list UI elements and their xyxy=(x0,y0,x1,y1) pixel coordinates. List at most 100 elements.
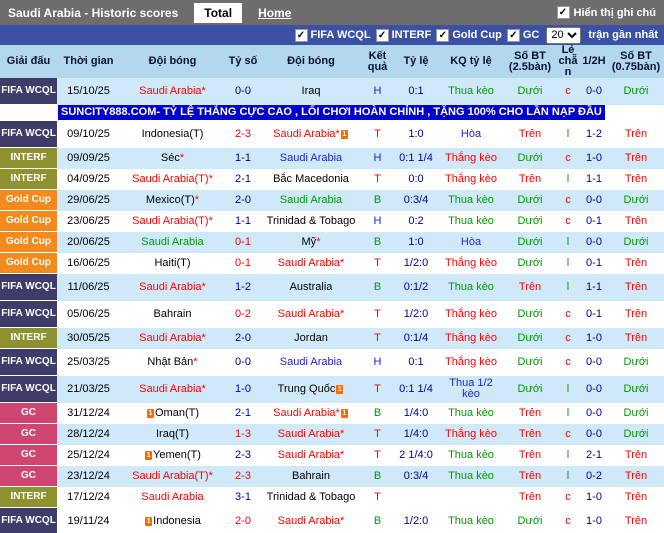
score-cell: 2-3 xyxy=(225,444,261,466)
halftime-score-cell: 1-0 xyxy=(580,147,608,169)
handicap-result-cell: Thắng kèo xyxy=(438,423,504,445)
gold-cup-checkbox-icon[interactable]: ✓ xyxy=(436,28,450,42)
odd-even-cell: c xyxy=(556,507,580,533)
match-row: Gold Cup 20/06/25 Saudi Arabia 0-1 Mỹ* B 1:0 Hò… xyxy=(0,231,664,253)
promo-banner-row: SUNCITY888.COM- TỶ LỆ THẮNG CỰC CAO , LỐ… xyxy=(0,104,664,121)
handicap-result-cell: Thua kèo xyxy=(438,507,504,533)
column-header: Thời gian xyxy=(57,45,120,78)
filter-interf[interactable]: ✓ INTERF xyxy=(375,28,432,42)
tab-total[interactable]: Total xyxy=(194,2,243,23)
away-team-cell: Bắc Macedonia xyxy=(261,168,361,190)
result-cell: T xyxy=(361,486,394,508)
score-cell: 0-1 xyxy=(225,252,261,274)
halftime-score-cell: 0-1 xyxy=(580,252,608,274)
over-under-25-cell: Dưới xyxy=(504,231,556,253)
league-badge: Gold Cup xyxy=(0,252,57,274)
away-team-name: Bahrain xyxy=(292,470,330,482)
result-cell: T xyxy=(361,252,394,274)
date-cell: 19/11/24 xyxy=(57,507,120,533)
gc-checkbox-icon[interactable]: ✓ xyxy=(506,28,520,42)
over-under-075-cell: Trên xyxy=(608,300,664,328)
show-notes-toggle[interactable]: ✓ Hiển thị ghi chú xyxy=(556,6,656,19)
date-cell: 17/12/24 xyxy=(57,486,120,508)
odd-even-cell: c xyxy=(556,486,580,508)
date-cell: 29/06/25 xyxy=(57,189,120,211)
over-under-25-cell: Dưới xyxy=(504,375,556,403)
result-cell: B xyxy=(361,231,394,253)
over-under-075-cell: Dưới xyxy=(608,189,664,211)
result-cell: H xyxy=(361,147,394,169)
halftime-score-cell: 0-0 xyxy=(580,78,608,105)
odd-even-cell: l xyxy=(556,273,580,301)
red-card-icon: 1 xyxy=(145,451,153,460)
show-notes-checkbox-icon[interactable]: ✓ xyxy=(556,6,570,19)
halftime-score-cell: 0-1 xyxy=(580,210,608,232)
handicap-result-cell: Thua kèo xyxy=(438,189,504,211)
league-badge: Gold Cup xyxy=(0,189,57,211)
score-cell: 0-1 xyxy=(225,231,261,253)
filter-gc[interactable]: ✓ GC xyxy=(506,28,539,42)
league-badge: FIFA WCQL xyxy=(0,507,57,533)
promo-banner[interactable]: SUNCITY888.COM- TỶ LỆ THẮNG CỰC CAO , LỐ… xyxy=(58,105,605,121)
home-team-name: Saudi Arabia xyxy=(139,383,202,395)
match-row: INTERF 30/05/25 Saudi Arabia* 2-0 Jordan T 0:1… xyxy=(0,327,664,349)
odd-even-cell: c xyxy=(556,348,580,376)
filter-interf-label: INTERF xyxy=(391,29,432,41)
over-under-25-cell: Trên xyxy=(504,121,556,148)
filter-fifa-wcql[interactable]: ✓ FIFA WCQL xyxy=(294,28,371,42)
result-cell: T xyxy=(361,375,394,403)
over-under-25-cell: Dưới xyxy=(504,210,556,232)
away-team-cell: Bahrain xyxy=(261,465,361,487)
over-under-25-cell: Dưới xyxy=(504,327,556,349)
date-cell: 05/06/25 xyxy=(57,300,120,328)
result-cell: T xyxy=(361,300,394,328)
handicap-odds-cell: 0:1 xyxy=(394,348,438,376)
odd-even-cell: l xyxy=(556,375,580,403)
home-team-cell: Nhật Bản* xyxy=(120,348,225,376)
league-badge: GC xyxy=(0,402,57,424)
halftime-score-cell: 0-0 xyxy=(580,189,608,211)
fifa-wcql-checkbox-icon[interactable]: ✓ xyxy=(294,28,308,42)
away-team-cell: Australia xyxy=(261,273,361,301)
odd-even-cell: l xyxy=(556,465,580,487)
result-cell: B xyxy=(361,273,394,301)
home-team-name: Saudi Arabia(T) xyxy=(132,173,209,185)
away-team-cell: Mỹ* xyxy=(261,231,361,253)
handicap-odds-cell: 0:3/4 xyxy=(394,465,438,487)
over-under-075-cell: Trên xyxy=(608,168,664,190)
result-cell: H xyxy=(361,78,394,105)
handicap-result-cell: Thắng kèo xyxy=(438,168,504,190)
score-cell: 2-1 xyxy=(225,402,261,424)
handicap-odds-cell: 0:0 xyxy=(394,168,438,190)
over-under-075-cell: Dưới xyxy=(608,423,664,445)
home-team-name: Oman(T) xyxy=(155,407,199,419)
result-cell: H xyxy=(361,210,394,232)
date-cell: 21/03/25 xyxy=(57,375,120,403)
home-team-name: Saudi Arabia xyxy=(139,85,202,98)
date-cell: 09/10/25 xyxy=(57,121,120,148)
matches-count-select[interactable]: 20 xyxy=(546,26,582,44)
over-under-25-cell: Dưới xyxy=(504,300,556,328)
title-bar: Saudi Arabia - Historic scores Total Hom… xyxy=(0,0,664,25)
halftime-score-cell: 1-1 xyxy=(580,273,608,301)
date-cell: 30/05/25 xyxy=(57,327,120,349)
column-header: Số BT (0.75bàn) xyxy=(608,45,664,78)
date-cell: 23/06/25 xyxy=(57,210,120,232)
column-header: KQ tỷ lệ xyxy=(438,45,504,78)
handicap-result-cell: Thua kèo xyxy=(438,465,504,487)
over-under-25-cell: Trên xyxy=(504,444,556,466)
promo-banner-cell: SUNCITY888.COM- TỶ LỆ THẮNG CỰC CAO , LỐ… xyxy=(57,104,664,121)
team-star-marker: * xyxy=(340,428,345,440)
halftime-score-cell: 0-1 xyxy=(580,300,608,328)
over-under-25-cell: Dưới xyxy=(504,78,556,105)
halftime-score-cell: 1-0 xyxy=(580,486,608,508)
handicap-odds-cell: 0:1/2 xyxy=(394,273,438,301)
odd-even-cell: l xyxy=(556,231,580,253)
match-row: INTERF 04/09/25 Saudi Arabia(T)* 2-1 Bắc Mac… xyxy=(0,168,664,190)
league-badge: FIFA WCQL xyxy=(0,348,57,376)
team-star-marker: * xyxy=(208,173,213,185)
interf-checkbox-icon[interactable]: ✓ xyxy=(375,28,389,42)
handicap-result-cell: Thua 1/2 kèo xyxy=(438,375,504,403)
filter-gold-cup[interactable]: ✓ Gold Cup xyxy=(436,28,502,42)
tab-home[interactable]: Home xyxy=(248,3,301,23)
